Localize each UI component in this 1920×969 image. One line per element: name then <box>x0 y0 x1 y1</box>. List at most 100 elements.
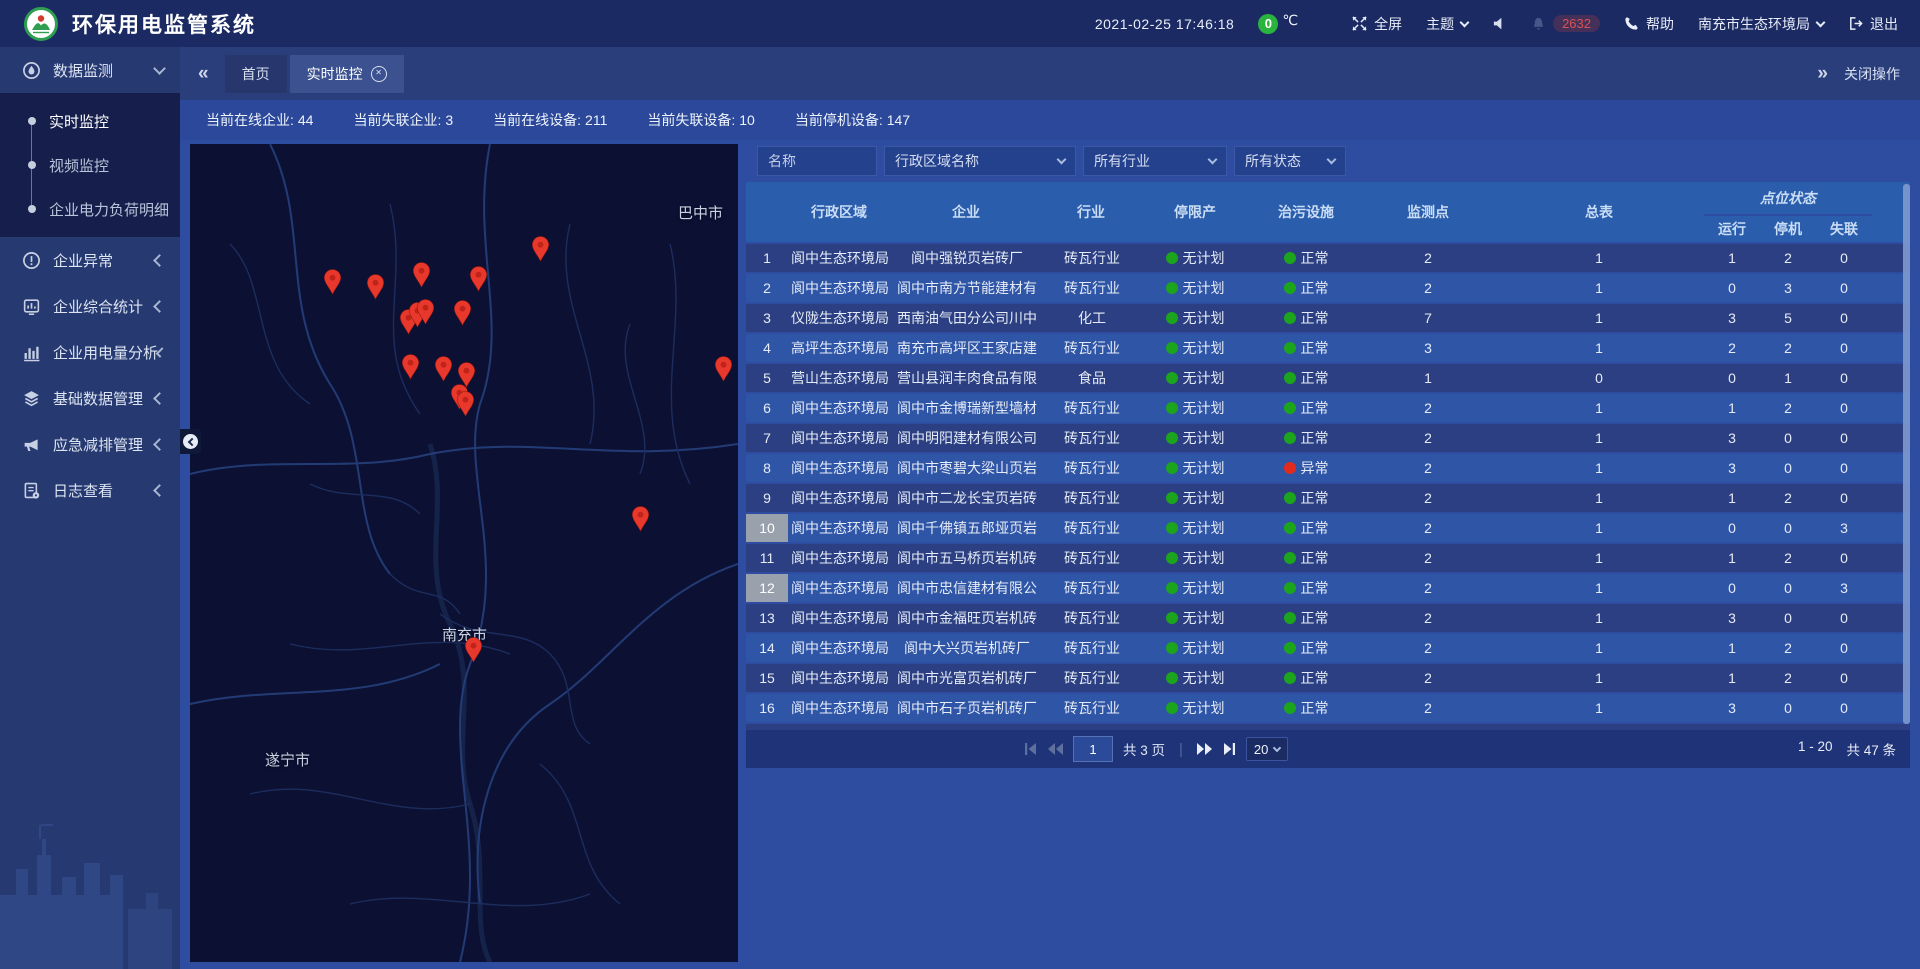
cell-facility-status: 正常 <box>1250 693 1362 723</box>
table-row[interactable]: 7阆中生态环境局阆中明阳建材有限公司砖瓦行业无计划正常21300 <box>746 423 1910 453</box>
cell-company: 西南油气田分公司川中 <box>890 303 1042 333</box>
map-pin-icon[interactable] <box>631 506 650 532</box>
next-page-button[interactable] <box>1197 743 1212 755</box>
cell-company: 阆中明阳建材有限公司 <box>890 423 1042 453</box>
table-row[interactable]: 15阆中生态环境局阆中市光富页岩机砖厂砖瓦行业无计划正常21120 <box>746 663 1910 693</box>
org-dropdown[interactable]: 南充市生态环境局 <box>1698 14 1824 34</box>
cell-industry: 砖瓦行业 <box>1042 663 1140 693</box>
map-pin-icon[interactable] <box>531 236 550 262</box>
col-run: 运行 <box>1704 215 1760 243</box>
cell-industry: 砖瓦行业 <box>1042 273 1140 303</box>
row-index: 3 <box>746 303 788 333</box>
region-select[interactable]: 行政区域名称 <box>884 146 1076 176</box>
bullet-icon <box>28 161 36 169</box>
row-index: 5 <box>746 363 788 393</box>
scrollbar[interactable] <box>1903 184 1910 724</box>
table-row[interactable]: 13阆中生态环境局阆中市金福旺页岩机砖砖瓦行业无计划正常21300 <box>746 603 1910 633</box>
status-dot-green <box>1166 312 1178 324</box>
table-row[interactable]: 9阆中生态环境局阆中市二龙长宝页岩砖砖瓦行业无计划正常21120 <box>746 483 1910 513</box>
map-pin-icon[interactable] <box>456 391 475 417</box>
cell-facility-status: 正常 <box>1250 543 1362 573</box>
table-row[interactable]: 6阆中生态环境局阆中市金博瑞新型墙材砖瓦行业无计划正常21120 <box>746 393 1910 423</box>
sidebar-item-1[interactable]: 企业异常 <box>0 237 180 283</box>
cell-region: 阆中生态环境局 <box>788 603 890 633</box>
cell-facility-status: 正常 <box>1250 633 1362 663</box>
table-row[interactable]: 11阆中生态环境局阆中市五马桥页岩机砖砖瓦行业无计划正常21120 <box>746 543 1910 573</box>
sidebar-subitem[interactable]: 视频监控 <box>0 143 180 187</box>
first-page-button[interactable] <box>1024 743 1038 755</box>
sidebar-item-6[interactable]: 日志查看 <box>0 467 180 513</box>
cell-lost-count: 3 <box>1816 573 1872 603</box>
chevron-left-icon <box>153 254 166 267</box>
cell-lost-count: 0 <box>1816 363 1872 393</box>
map-pin-icon[interactable] <box>453 300 472 326</box>
chevron-down-icon <box>1057 155 1067 165</box>
name-search-input[interactable] <box>757 146 877 176</box>
status-select[interactable]: 所有状态 <box>1234 146 1346 176</box>
table-row[interactable]: 4高坪生态环境局南充市高坪区王家店建砖瓦行业无计划正常31220 <box>746 333 1910 363</box>
sidebar-subitem[interactable]: 企业电力负荷明细 <box>0 187 180 231</box>
page-number-input[interactable] <box>1073 736 1113 762</box>
tab-label: 实时监控 <box>307 64 363 84</box>
sidebar-item-2[interactable]: 企业综合统计 <box>0 283 180 329</box>
table-row[interactable]: 14阆中生态环境局阆中大兴页岩机砖厂砖瓦行业无计划正常21120 <box>746 633 1910 663</box>
table-row[interactable]: 5营山生态环境局营山县润丰肉食品有限食品无计划正常10010 <box>746 363 1910 393</box>
tabs-scroll-right-button[interactable]: » <box>1817 63 1828 85</box>
sidebar-item-3[interactable]: 企业用电量分析 <box>0 329 180 375</box>
theme-dropdown[interactable]: 主题 <box>1426 14 1468 34</box>
tabs-scroll-left-button[interactable]: « <box>198 63 209 85</box>
cell-monitor-count: 1 <box>1362 363 1494 393</box>
close-operations-button[interactable]: 关闭操作 <box>1844 64 1900 84</box>
status-dot-green <box>1166 372 1178 384</box>
table-row[interactable]: 2阆中生态环境局阆中市南方节能建材有砖瓦行业无计划正常21030 <box>746 273 1910 303</box>
table-row[interactable]: 3仪陇生态环境局西南油气田分公司川中化工无计划正常71350 <box>746 303 1910 333</box>
stats-bar: 当前在线企业:44当前失联企业:3当前在线设备:211当前失联设备:10当前停机… <box>180 100 1920 140</box>
sidebar-item-5[interactable]: 应急减排管理 <box>0 421 180 467</box>
tab-home[interactable]: 首页 <box>225 55 287 93</box>
mute-button[interactable] <box>1492 16 1507 31</box>
col-lost: 失联 <box>1816 215 1872 243</box>
cell-limit-status: 无计划 <box>1140 573 1250 603</box>
help-button[interactable]: 帮助 <box>1624 14 1674 34</box>
panel-collapse-handle[interactable] <box>180 429 201 454</box>
close-icon[interactable]: ✕ <box>371 66 387 82</box>
sidebar-item-4[interactable]: 基础数据管理 <box>0 375 180 421</box>
stat-label: 当前在线企业: <box>206 112 294 128</box>
table-row[interactable]: 10阆中生态环境局阆中千佛镇五郎垭页岩砖瓦行业无计划正常21003 <box>746 513 1910 543</box>
table-row[interactable]: 12阆中生态环境局阆中市忠信建材有限公砖瓦行业无计划正常21003 <box>746 573 1910 603</box>
table-row[interactable]: 1阆中生态环境局阆中强锐页岩砖厂砖瓦行业无计划正常21120 <box>746 243 1910 273</box>
map-pin-icon[interactable] <box>434 356 453 382</box>
fullscreen-button[interactable]: 全屏 <box>1352 14 1402 34</box>
map-pin-icon[interactable] <box>464 637 483 663</box>
industry-select[interactable]: 所有行业 <box>1083 146 1227 176</box>
table-row[interactable]: 17阆中生态环境局阆中市江南镇阆南页岩砖瓦行业无计划正常21030 <box>746 723 1910 730</box>
map-pin-icon[interactable] <box>469 266 488 292</box>
cell-region: 阆中生态环境局 <box>788 243 890 273</box>
map-pin-icon[interactable] <box>366 274 385 300</box>
map-pin-icon[interactable] <box>401 354 420 380</box>
tab-realtime-monitor[interactable]: 实时监控 ✕ <box>290 55 404 93</box>
chevron-left-icon <box>153 392 166 405</box>
cell-meter-count: 1 <box>1494 273 1704 303</box>
table-row[interactable]: 8阆中生态环境局阆中市枣碧大梁山页岩砖瓦行业无计划异常21300 <box>746 453 1910 483</box>
notifications[interactable]: 2632 <box>1531 15 1600 32</box>
map-pin-icon[interactable] <box>416 299 435 325</box>
cell-monitor-count: 2 <box>1362 543 1494 573</box>
col-industry: 行业 <box>1042 182 1140 243</box>
sidebar-item-0[interactable]: 数据监测 <box>0 47 180 93</box>
cell-meter-count: 1 <box>1494 573 1704 603</box>
theme-label: 主题 <box>1426 14 1454 34</box>
cell-run-count: 1 <box>1704 633 1760 663</box>
table-row[interactable]: 16阆中生态环境局阆中市石子页岩机砖厂砖瓦行业无计划正常21300 <box>746 693 1910 723</box>
col-monitor: 监测点 <box>1362 182 1494 243</box>
page-size-select[interactable]: 20 <box>1246 737 1288 761</box>
sidebar-subitem[interactable]: 实时监控 <box>0 99 180 143</box>
logout-button[interactable]: 退出 <box>1848 14 1898 34</box>
map-pin-icon[interactable] <box>323 269 342 295</box>
cell-lost-count: 0 <box>1816 423 1872 453</box>
prev-page-button[interactable] <box>1048 743 1063 755</box>
map-pin-icon[interactable] <box>714 356 733 382</box>
last-page-button[interactable] <box>1222 743 1236 755</box>
map-pin-icon[interactable] <box>412 262 431 288</box>
map-panel[interactable]: 巴中市南充市遂宁市 <box>190 144 738 962</box>
